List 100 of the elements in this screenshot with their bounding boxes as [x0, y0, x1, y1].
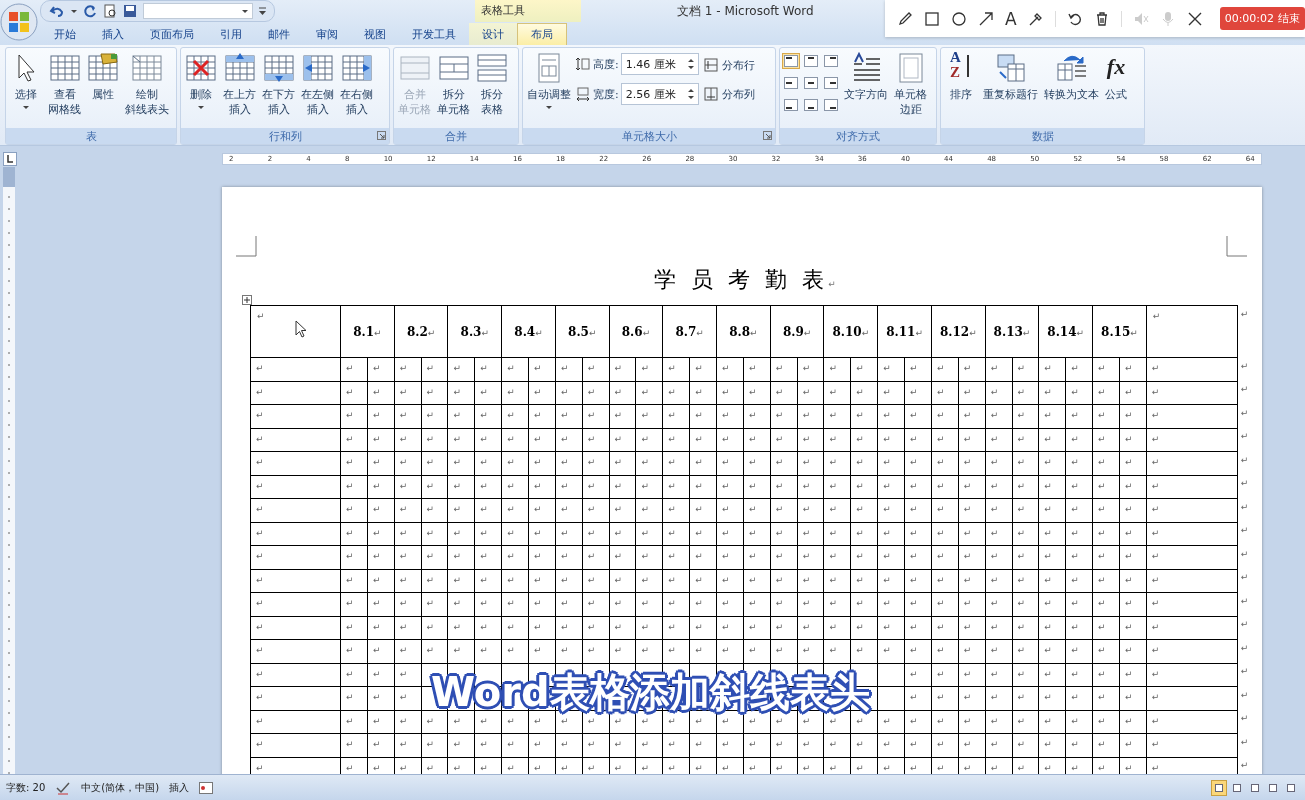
table-cell: ↵ [555, 592, 583, 616]
table-cell: ↵ [1119, 404, 1147, 428]
view-button[interactable] [1211, 779, 1227, 796]
ribbon-button[interactable]: fx 公式 [1103, 51, 1129, 103]
table-cell: ↵ [340, 475, 368, 499]
ribbon-button[interactable]: 选择 [8, 51, 44, 113]
table-cell: ↵ [958, 498, 986, 522]
macro-recording-icon[interactable] [199, 781, 214, 794]
ribbon-button[interactable]: 转换为文本 [1042, 51, 1101, 103]
spinner-icon[interactable] [687, 88, 694, 100]
table-cell: ↵ [501, 639, 529, 663]
table-cell: ↵ [662, 357, 690, 381]
table-cell: ↵ [797, 545, 824, 569]
ribbon-tab[interactable]: 视图 [351, 23, 399, 45]
table-cell: ↵ [770, 357, 798, 381]
circle-icon[interactable] [951, 10, 967, 27]
table-cell: ↵ [250, 498, 341, 522]
ribbon-button[interactable]: 删除 [183, 51, 219, 113]
pencil-icon[interactable] [897, 10, 913, 27]
table-cell: ↵ [582, 451, 610, 475]
ribbon-button[interactable]: 拆分 表格 [474, 51, 510, 118]
table-cell: ↵ [770, 522, 798, 546]
table-cell: ↵ [421, 475, 448, 499]
ribbon-button[interactable]: 属性 [85, 51, 121, 103]
stop-recording-button[interactable]: 00:00:02 结束 [1219, 7, 1305, 30]
table-cell: ↵ [797, 569, 824, 593]
ribbon-tab[interactable]: 插入 [89, 23, 137, 45]
table-cell: ↵ [662, 616, 690, 640]
caret-icon[interactable] [71, 9, 77, 13]
table-cell: ↵ [904, 545, 932, 569]
ribbon-tab[interactable]: 引用 [207, 23, 255, 45]
caret-icon[interactable] [242, 9, 248, 13]
caret-icon [198, 106, 204, 109]
close-icon[interactable] [1186, 10, 1203, 27]
ribbon-button[interactable]: 自动调整 [525, 51, 573, 113]
ribbon-button[interactable]: 在左侧 插入 [299, 51, 336, 118]
ribbon-button[interactable]: 重复标题行 [981, 51, 1040, 103]
print-preview-icon[interactable] [103, 4, 117, 18]
ribbon-button[interactable]: 在右侧 插入 [338, 51, 375, 118]
ribbon-button[interactable]: 分布行 [700, 57, 757, 73]
undo-icon[interactable] [49, 4, 65, 18]
spin-field[interactable]: 2.56 厘米 [620, 83, 699, 105]
table-cell: ↵ [931, 545, 959, 569]
ribbon-button[interactable]: 在上方 插入 [221, 51, 258, 118]
align-icon [824, 77, 838, 89]
table-cell: ↵ [770, 381, 798, 405]
dialog-launcher-icon[interactable] [377, 131, 386, 140]
language-status[interactable]: 中文(简体，中国) [81, 780, 160, 795]
proofing-icon[interactable] [55, 780, 72, 795]
ribbon-button[interactable]: A Z 排序 [943, 51, 979, 103]
ribbon-button[interactable]: 绘制 斜线表头 [123, 51, 171, 118]
table-cell: ↵ [609, 545, 636, 569]
ribbon-tab[interactable]: 设计 [469, 23, 517, 45]
insert-column-left-icon [301, 52, 334, 84]
redo-icon[interactable] [83, 4, 97, 18]
ribbon-button[interactable]: 单元格 边距 [892, 51, 929, 118]
align-button[interactable] [782, 97, 800, 113]
align-button[interactable] [822, 75, 840, 91]
ribbon-button[interactable]: 文字方向 [842, 51, 890, 103]
ribbon-button[interactable]: 在下方 插入 [260, 51, 297, 118]
save-icon[interactable] [123, 4, 137, 18]
align-button[interactable] [782, 53, 800, 69]
paragraph-mark: ↵ [969, 327, 977, 338]
table-cell: ↵ [1012, 686, 1039, 710]
word-count[interactable]: 字数: 20 [6, 780, 46, 795]
table-cell: ↵ [635, 381, 663, 405]
table-cell: ↵ [474, 569, 502, 593]
table-cell: ↵ [1119, 451, 1147, 475]
spinner-icon[interactable] [687, 58, 694, 70]
ribbon-tab[interactable]: 布局 [517, 23, 567, 45]
ribbon-tab[interactable]: 邮件 [255, 23, 303, 45]
table-move-handle-icon[interactable] [242, 295, 252, 305]
insert-mode-status[interactable]: 插入 [169, 780, 190, 795]
ribbon-tab[interactable]: 审阅 [303, 23, 351, 45]
ribbon-tab[interactable]: 开发工具 [399, 23, 469, 45]
table-cell: ↵ [250, 451, 341, 475]
dialog-launcher-icon[interactable] [763, 131, 772, 140]
table-cell: ↵ [635, 428, 663, 452]
align-button[interactable] [802, 75, 820, 91]
table-cell: ↵ [501, 498, 529, 522]
ribbon-button[interactable]: 拆分 单元格 [435, 51, 472, 118]
arrow-icon[interactable] [978, 10, 994, 27]
tab-selector-icon[interactable] [3, 151, 17, 166]
align-button[interactable] [802, 97, 820, 113]
spin-field[interactable]: 1.46 厘米 [620, 53, 699, 75]
align-button[interactable] [802, 53, 820, 69]
align-button[interactable] [822, 97, 840, 113]
table-cell: ↵ [1065, 522, 1093, 546]
align-button[interactable] [822, 53, 840, 69]
ribbon-button[interactable]: 分布列 [700, 86, 757, 102]
customize-caret-icon[interactable] [259, 7, 266, 15]
text-tool-button[interactable]: A [1005, 8, 1017, 29]
align-button[interactable] [782, 75, 800, 91]
table-cell: ↵ [689, 357, 717, 381]
rectangle-icon[interactable] [924, 10, 940, 27]
dropdown-field[interactable] [143, 3, 253, 19]
ribbon-button[interactable]: 查看 网格线 [46, 51, 83, 118]
office-button-icon[interactable] [0, 2, 38, 42]
ribbon-tab[interactable]: 页面布局 [137, 23, 207, 45]
ribbon-tab[interactable]: 开始 [41, 23, 89, 45]
